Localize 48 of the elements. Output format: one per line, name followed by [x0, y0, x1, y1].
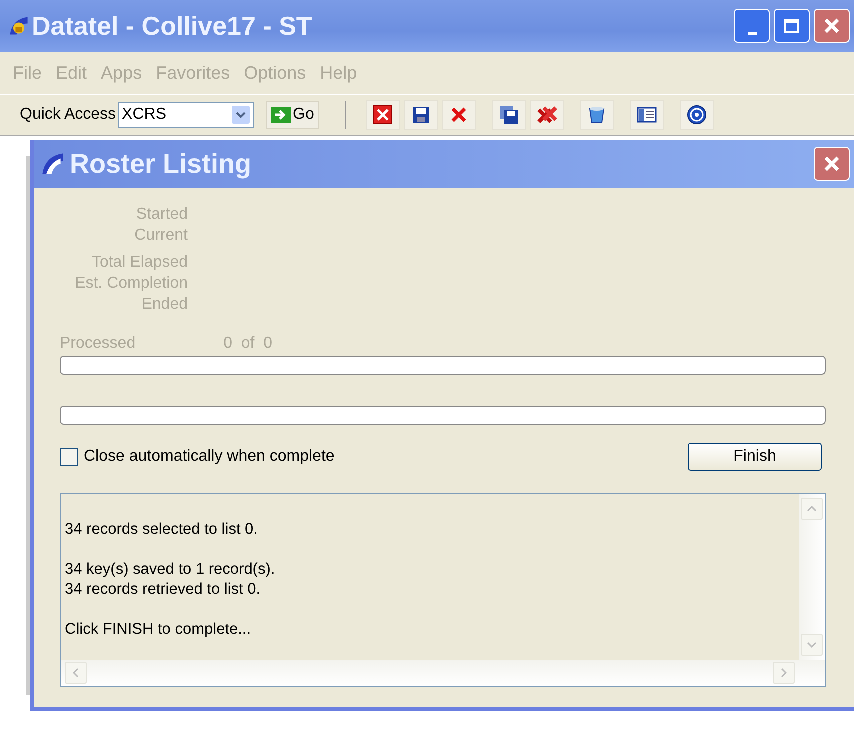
log-line: 34 key(s) saved to 1 record(s). [65, 560, 276, 580]
processed-count: 0 of 0 [224, 335, 273, 353]
help-icon [687, 105, 708, 125]
checkbox-label[interactable]: Close automatically when complete [84, 448, 335, 466]
go-button[interactable]: Go [266, 101, 320, 129]
save-icon [412, 106, 430, 124]
toolbar-button[interactable] [580, 100, 614, 130]
panel-icon [637, 106, 658, 124]
delete-icon [450, 106, 468, 124]
close-icon [373, 105, 394, 125]
dialog-title: Roster Listing [70, 148, 252, 180]
toolbar-button[interactable] [630, 100, 664, 130]
toolbar-button[interactable] [530, 100, 564, 130]
toolbar-button[interactable] [366, 100, 400, 130]
close-icon [823, 17, 841, 35]
app-logo-icon [8, 15, 30, 37]
processed-label: Processed [60, 335, 136, 353]
save-all-icon [499, 105, 520, 125]
log-line: Click FINISH to complete... [65, 620, 252, 640]
minimize-button[interactable] [734, 9, 770, 43]
maximize-button[interactable] [774, 9, 810, 43]
bucket-icon [588, 105, 606, 125]
quick-access-label: Quick Access [20, 106, 116, 124]
chevron-left-icon [73, 668, 79, 678]
log-line: 34 records selected to list 0. [65, 520, 259, 540]
finish-button[interactable]: Finish [688, 443, 822, 471]
maximize-icon [784, 18, 800, 34]
field-label: Started [136, 205, 188, 225]
field-label: Total Elapsed [92, 253, 188, 273]
minimize-icon [748, 32, 756, 34]
quick-access-combo[interactable]: XCRS [118, 102, 254, 128]
app-logo-icon [40, 151, 66, 177]
close-button[interactable] [814, 147, 850, 181]
field-label: Ended [142, 295, 188, 315]
chevron-down-icon [807, 642, 817, 648]
toolbar-button[interactable] [680, 100, 714, 130]
toolbar-button[interactable] [404, 100, 438, 130]
window-title: Datatel - Collive17 - ST [32, 10, 312, 42]
log-line: 34 records retrieved to list 0. [65, 580, 262, 600]
chevron-right-icon [781, 668, 787, 678]
close-icon [823, 155, 841, 173]
field-label: Current [134, 226, 188, 246]
delete-all-icon [536, 106, 558, 124]
chevron-up-icon [807, 506, 817, 512]
checkbox[interactable] [60, 448, 78, 466]
close-button[interactable] [814, 9, 850, 43]
field-label: Est. Completion [75, 274, 188, 294]
toolbar-button[interactable] [492, 100, 526, 130]
